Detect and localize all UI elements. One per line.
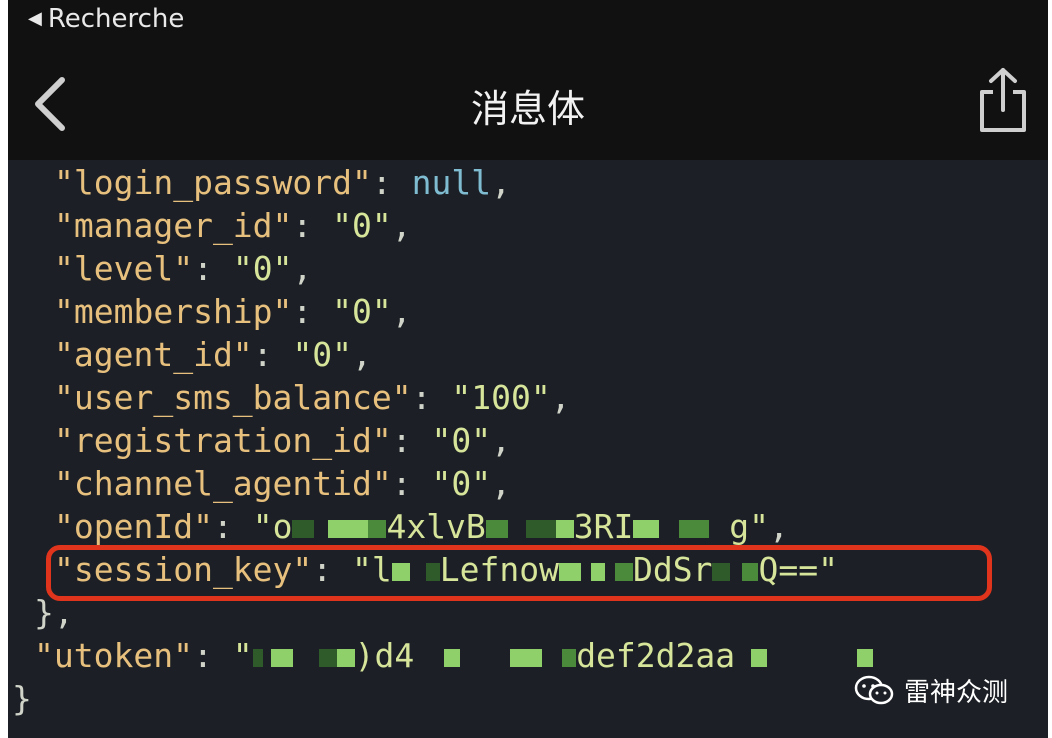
navigation-bar: 消息体 [8,44,1048,160]
pixelation-block [857,648,874,667]
status-bar: ◀ Recherche [8,0,1048,44]
json-colon: : [192,636,213,675]
json-value-part: " [232,636,253,675]
json-colon: : [371,163,392,202]
page-title: 消息体 [470,87,585,131]
json-comma: , [769,507,789,546]
json-value-part: 4xlvB [386,507,486,546]
pixelation-block [318,648,337,667]
json-line-manager-id: "manager_id": "0", [54,205,412,247]
json-value-part: )d4 [354,636,415,675]
json-key: "manager_id" [54,206,293,245]
watermark-text: 雷神众测 [903,678,1008,708]
json-value: "0" [332,206,392,245]
json-line-utoken: "utoken": " )d4 def2d2aa [34,635,874,677]
pixelation-block [270,648,293,667]
json-value-part: 3RI [573,507,634,546]
watermark: 雷神众测 [854,672,1008,709]
json-colon: : [212,507,233,546]
json-colon: : [292,206,313,245]
json-line-membership: "membership": "0", [54,291,412,333]
json-line-user-sms-balance: "user_sms_balance": "100", [54,377,571,419]
json-key: "utoken" [34,636,193,675]
share-icon[interactable] [976,66,1030,134]
json-colon: : [411,378,432,417]
back-to-app-link[interactable]: ◀ Recherche [28,4,184,34]
pixelation-block [679,519,710,538]
json-value: "0" [332,292,392,331]
json-line-openid: "openId": "o 4xlvB 3RI g", [54,506,789,548]
json-final-brace: } [12,679,32,718]
json-key: "openId" [54,507,213,546]
pixelation-block [525,519,556,538]
json-comma: , [491,464,511,503]
json-comma: , [292,249,313,288]
json-key: "membership" [54,292,293,331]
json-value: "100" [451,378,551,417]
json-body-view[interactable]: "login_password": null, "manager_id": "0… [8,160,1048,738]
json-comma: , [352,335,372,374]
json-colon: : [193,249,213,288]
pixelation-block [562,648,577,667]
json-key: "channel_agentid" [54,464,392,503]
pixelation-block [336,648,355,667]
json-key: "agent_id" [54,335,253,374]
json-value: "0" [232,249,293,288]
json-line-registration-id: "registration_id": "0", [54,420,511,462]
pixelation-block [368,519,387,538]
pixelation-block [444,648,461,667]
json-colon: : [252,335,273,374]
pixelation-block [633,519,660,538]
session-key-highlight-box [46,545,992,601]
json-colon: : [391,421,412,460]
json-value: "0" [292,335,353,374]
json-colon: : [391,464,412,503]
json-key: "login_password" [54,163,372,202]
json-value-part: "o [252,507,293,546]
json-value: "0" [431,464,492,503]
pixelation-block [252,648,263,667]
json-colon: : [292,292,313,331]
back-app-label: Recherche [47,4,185,34]
json-comma: , [391,292,412,331]
json-comma: , [491,421,511,460]
json-comma: , [491,163,511,202]
wechat-icon [854,675,894,704]
json-value-part: def2d2aa [576,636,736,675]
pixelation-block [292,519,315,538]
json-line-level: "level": "0", [54,248,312,290]
json-key: "registration_id" [54,421,392,460]
pixelation-block [485,519,508,538]
json-value: null [411,163,492,202]
json-line-agent-id: "agent_id": "0", [54,334,372,376]
app-screen: ◀ Recherche 消息体 "login_password": null, "… [8,0,1048,738]
pixelation-block [510,648,543,667]
pixelation-block [751,648,768,667]
json-key: "level" [54,249,194,288]
json-key: "user_sms_balance" [54,378,412,417]
json-comma: , [550,378,571,417]
pixelation-block [555,519,574,538]
back-triangle-icon: ◀ [28,8,42,29]
json-line-login-password: "login_password": null, [54,162,511,204]
pixelation-block [328,519,369,538]
json-line-channel-agentid: "channel_agentid": "0", [54,463,511,505]
json-comma: , [391,206,412,245]
json-value: "0" [431,421,492,460]
json-value-part: g" [729,507,770,546]
